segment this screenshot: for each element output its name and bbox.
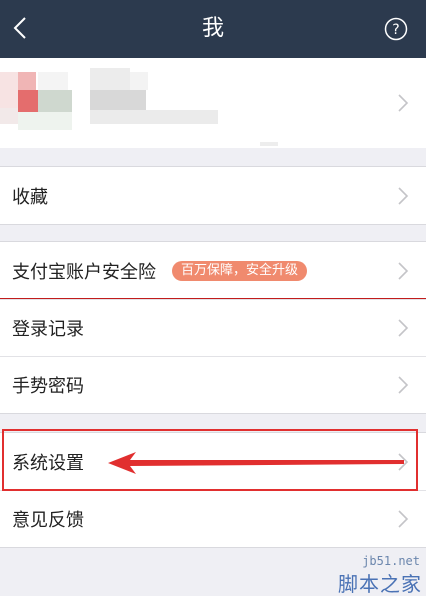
svg-text:?: ?: [392, 22, 399, 38]
profile-name-blur: [130, 72, 148, 90]
insurance-badge: 百万保障，安全升级: [172, 260, 308, 281]
chevron-right-icon: [398, 376, 409, 394]
feedback-row[interactable]: 意见反馈: [0, 490, 426, 547]
chevron-right-icon: [398, 94, 409, 112]
favorites-section: 收藏: [0, 166, 426, 225]
profile-account-blur: [90, 110, 218, 124]
annotation-line: [0, 298, 426, 299]
security-section: 支付宝账户安全险 百万保障，安全升级 登录记录 手势密码: [0, 241, 426, 414]
feedback-label: 意见反馈: [12, 510, 84, 531]
insurance-label: 支付宝账户安全险: [12, 261, 156, 283]
avatar: [0, 68, 80, 138]
watermark-name: 脚本之家: [338, 572, 422, 596]
login-records-label: 登录记录: [12, 319, 84, 340]
gesture-password-label: 手势密码: [12, 376, 84, 397]
profile-name-blur: [90, 68, 130, 90]
watermark: jb51.net 脚本之家: [294, 554, 424, 596]
watermark-url: jb51.net: [362, 554, 420, 568]
insurance-row[interactable]: 支付宝账户安全险 百万保障，安全升级: [0, 242, 426, 299]
login-records-row[interactable]: 登录记录: [0, 299, 426, 356]
chevron-right-icon: [398, 510, 409, 528]
page-title: 我: [201, 16, 224, 41]
favorites-label: 收藏: [12, 186, 48, 208]
top-navbar: 我 ?: [0, 0, 426, 58]
gesture-password-row[interactable]: 手势密码: [0, 356, 426, 413]
chevron-right-icon: [398, 186, 409, 205]
question-circle-icon: ?: [384, 17, 408, 41]
profile-name-blur: [90, 90, 146, 110]
profile-row[interactable]: [0, 58, 426, 148]
chevron-right-icon: [398, 319, 409, 337]
favorites-row[interactable]: 收藏: [0, 167, 426, 224]
profile-account-blur: [260, 142, 278, 146]
annotation-arrow-icon: [108, 452, 404, 474]
chevron-right-icon: [398, 261, 409, 280]
help-button[interactable]: ?: [384, 17, 408, 41]
